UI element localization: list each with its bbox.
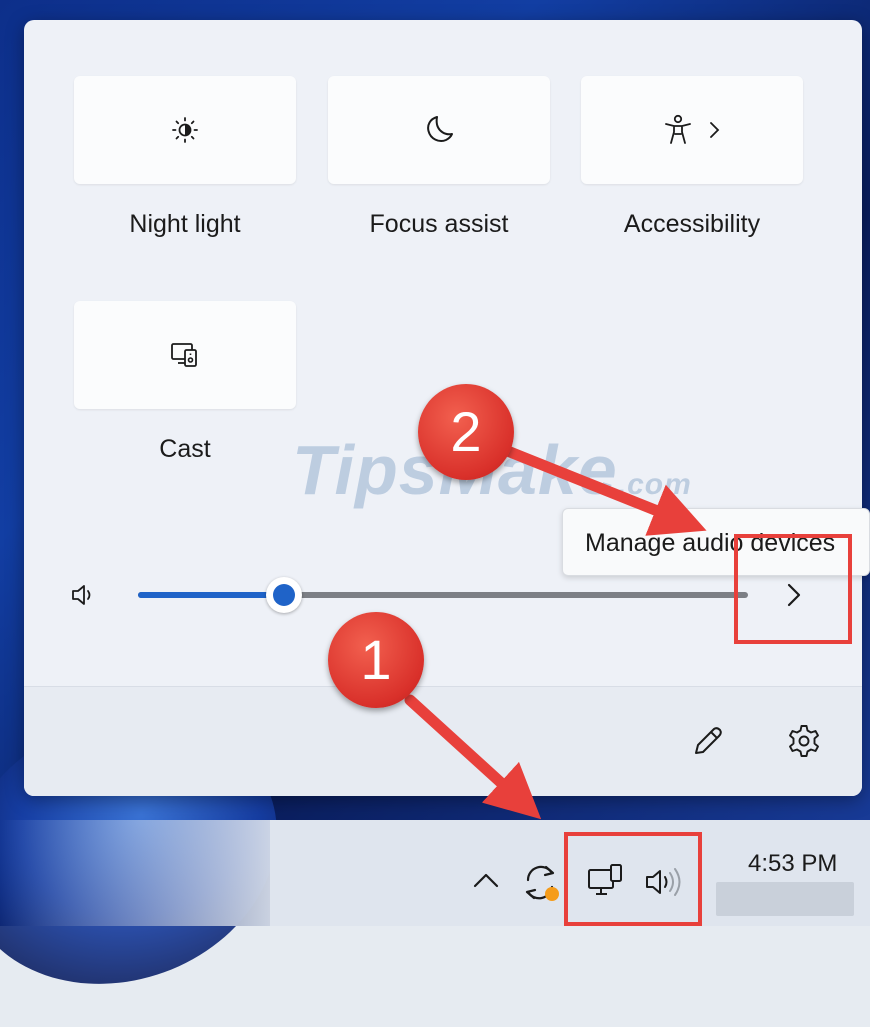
chevron-up-icon[interactable] bbox=[472, 870, 500, 895]
step-1-badge: 1 bbox=[328, 612, 424, 708]
network-icon[interactable] bbox=[586, 862, 626, 905]
expand-audio-highlight bbox=[734, 534, 852, 644]
sync-update-icon[interactable] bbox=[522, 862, 562, 909]
step-2-badge: 2 bbox=[418, 384, 514, 480]
taskbar-date-blurred bbox=[716, 882, 854, 916]
speaker-icon[interactable] bbox=[644, 866, 688, 903]
taskbar-clock[interactable]: 4:53 PM bbox=[748, 850, 837, 878]
